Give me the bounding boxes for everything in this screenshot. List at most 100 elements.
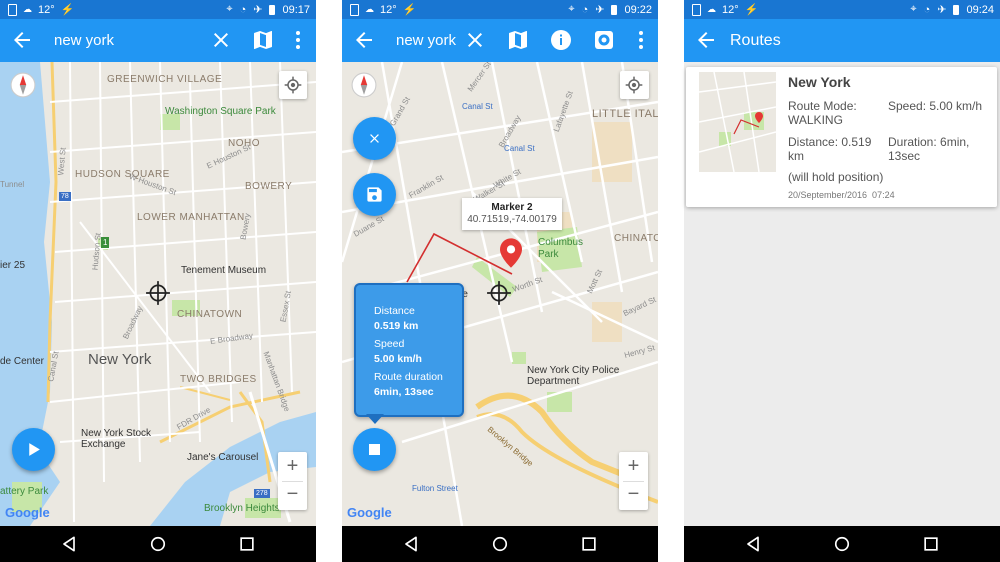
more-vert-icon[interactable]: [629, 28, 653, 52]
more-vert-icon[interactable]: [286, 28, 310, 52]
map-view[interactable]: GREENWICH VILLAGE Washington Square Park…: [0, 62, 316, 526]
crosshair-icon: [145, 280, 171, 306]
label-brooklyn-heights: Brooklyn Heights: [204, 503, 280, 514]
zoom-out-icon[interactable]: −: [619, 481, 648, 510]
weather-icon: ☁: [23, 4, 32, 14]
google-logo: Google: [347, 505, 392, 520]
close-icon[interactable]: [209, 28, 233, 52]
my-location-button[interactable]: [620, 71, 649, 99]
info-icon[interactable]: [549, 28, 573, 52]
status-time: 09:24: [966, 3, 994, 16]
status-time: 09:17: [282, 3, 310, 16]
screen-map-search: ☁ 12° ⚡ ⌖ ◔ ✈ 09:17 new york GREENWICH V…: [0, 0, 316, 562]
label-little-italy: LITTLE ITAL: [592, 108, 658, 120]
bolt-icon: ⚡: [60, 4, 75, 16]
weather-icon: ☁: [707, 4, 716, 14]
label-chinatown: CHINATO: [614, 233, 658, 244]
routes-toolbar: Routes: [684, 19, 1000, 62]
stop-icon: [369, 444, 380, 455]
location-icon: ⌖: [910, 3, 917, 15]
marker-coords: 40.71519,-74.00179: [467, 214, 557, 225]
search-toolbar: new york: [0, 19, 316, 62]
label-canal-st-mid: Canal St: [504, 144, 535, 153]
marker-info-window[interactable]: Marker 2 40.71519,-74.00179: [462, 198, 562, 230]
screen-route-tracking: ☁ 12° ⚡ ⌖ ◔ ✈ 09:22 new york Mercer St G…: [342, 0, 658, 562]
wifi-icon: ◔: [923, 3, 931, 16]
zoom-in-icon[interactable]: +: [619, 452, 648, 481]
play-button[interactable]: [12, 428, 55, 471]
nav-recents-icon[interactable]: [921, 534, 941, 554]
label-greenwich-village: GREENWICH VILLAGE: [107, 74, 223, 85]
sim-icon: [8, 3, 17, 16]
map-icon[interactable]: [506, 28, 530, 52]
search-input[interactable]: new york: [396, 32, 456, 49]
nav-bar: [684, 526, 1000, 562]
nav-home-icon[interactable]: [832, 534, 852, 554]
nav-back-icon[interactable]: [401, 534, 421, 554]
status-temp: 12°: [722, 3, 739, 16]
nav-recents-icon[interactable]: [237, 534, 257, 554]
sim-icon: [350, 3, 359, 16]
status-bar: ☁ 12° ⚡ ⌖ ◔ ✈ 09:24: [684, 0, 1000, 19]
route-duration-label: Duration: 6min,: [888, 135, 970, 149]
nav-recents-icon[interactable]: [579, 534, 599, 554]
wifi-icon: ◔: [581, 3, 589, 16]
back-arrow-icon[interactable]: [352, 28, 376, 52]
play-icon: [29, 443, 40, 456]
airplane-icon: ✈: [253, 4, 263, 16]
my-location-icon: [624, 75, 644, 95]
label-pier-25: ier 25: [0, 260, 26, 271]
battery-icon: [269, 4, 276, 15]
map-icon[interactable]: [251, 28, 275, 52]
map-view[interactable]: Mercer St Grand St Lafayette St Broadway…: [342, 62, 658, 526]
compass-icon[interactable]: [10, 72, 36, 98]
airplane-icon: ✈: [595, 4, 605, 16]
marker-title: Marker 2: [491, 202, 533, 213]
zoom-in-icon[interactable]: +: [278, 452, 307, 481]
nav-back-icon[interactable]: [743, 534, 763, 554]
marker-pin-icon[interactable]: [500, 238, 522, 268]
back-arrow-icon[interactable]: [694, 28, 718, 52]
close-icon[interactable]: [463, 28, 487, 52]
clear-route-button[interactable]: [353, 117, 396, 160]
route-stats-panel: Distance 0.519 km Speed 5.00 km/h Route …: [354, 283, 464, 417]
status-temp: 12°: [380, 3, 397, 16]
stats-panel-pointer: [366, 414, 384, 424]
label-washington-square-park: Washington Square Park: [165, 106, 276, 117]
google-logo-text: Google: [5, 505, 50, 520]
status-bar: ☁ 12° ⚡ ⌖ ◔ ✈ 09:22: [342, 0, 658, 19]
label-nypd: New York City Police Department: [527, 365, 620, 387]
search-input[interactable]: new york: [54, 32, 114, 49]
label-lower-manhattan: LOWER MANHATTAN: [137, 212, 245, 223]
settings-icon[interactable]: [592, 28, 616, 52]
label-new-york: New York: [88, 351, 152, 368]
route-badge-78: 78: [59, 192, 71, 201]
close-icon: [367, 131, 382, 146]
save-route-button[interactable]: [353, 173, 396, 216]
google-logo: Google: [5, 505, 50, 520]
label-stock-exchange: New York Stock Exchange: [81, 428, 152, 450]
my-location-button[interactable]: [279, 71, 307, 99]
battery-icon: [953, 4, 960, 15]
speed-label: Speed: [374, 338, 405, 350]
route-duration-rest: 13sec: [888, 149, 921, 163]
page-title: Routes: [730, 32, 781, 49]
label-janes-carousel: Jane's Carousel: [187, 452, 259, 463]
route-card[interactable]: New York Route Mode: WALKING Speed: 5.00…: [686, 67, 997, 207]
label-canal-st-top: Canal St: [462, 102, 493, 111]
zoom-out-icon[interactable]: −: [278, 481, 307, 510]
compass-icon[interactable]: [351, 72, 377, 98]
crosshair-icon: [486, 280, 512, 306]
wifi-icon: ◔: [239, 3, 247, 16]
nav-back-icon[interactable]: [59, 534, 79, 554]
label-hudson-square: HUDSON SQUARE: [75, 169, 170, 180]
route-distance-unit: km: [788, 149, 804, 163]
nav-home-icon[interactable]: [148, 534, 168, 554]
sim-icon: [692, 3, 701, 16]
duration-value: 6min, 13sec: [374, 386, 434, 398]
stop-button[interactable]: [353, 428, 396, 471]
battery-icon: [611, 4, 618, 15]
nav-home-icon[interactable]: [490, 534, 510, 554]
back-arrow-icon[interactable]: [10, 28, 34, 52]
label-two-bridges: TWO BRIDGES: [180, 374, 257, 385]
